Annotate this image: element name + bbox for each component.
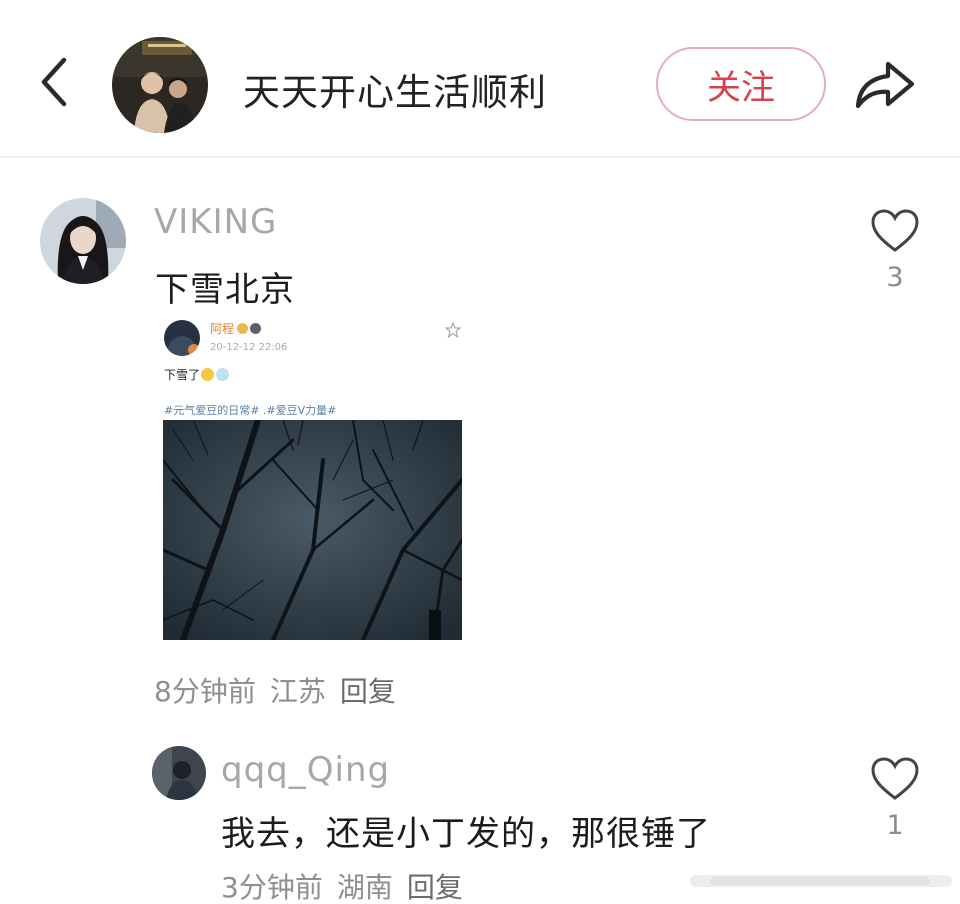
comment-time: 3分钟前 [221,871,323,904]
profile-avatar[interactable] [112,37,208,133]
embed-post-text: 下雪了 [164,366,230,383]
embed-username: 阿程 [210,320,262,337]
page-title: 天天开心生活顺利 [243,71,547,114]
commenter-avatar[interactable] [40,198,126,284]
share-icon [855,61,915,109]
like-button[interactable]: 3 [865,208,925,293]
comment-meta: 3分钟前 湖南 回复 [221,866,477,904]
comment-image[interactable]: 阿程 20-12-12 22:06 下雪了 #元气爱豆的日常# .#爱豆V力量# [155,312,475,644]
embed-avatar [164,320,200,356]
heart-icon [871,757,919,800]
watermark-bar [690,875,952,887]
comment-meta: 8分钟前 江苏 回复 [154,670,410,710]
comment-location: 湖南 [336,871,393,904]
like-count: 3 [886,262,904,293]
comment-location: 江苏 [269,675,326,708]
header-divider [0,156,960,158]
star-icon [445,322,461,338]
embed-timestamp: 20-12-12 22:06 [210,342,288,353]
commenter-avatar[interactable] [152,746,206,800]
reply-button[interactable]: 回复 [407,871,463,904]
embed-photo [161,417,464,643]
follow-button[interactable]: 关注 [656,47,826,121]
comment-text: 下雪北京 [155,270,295,310]
like-button[interactable]: 1 [865,756,925,841]
like-count: 1 [886,810,904,841]
level-badge-icon [250,323,262,334]
embed-hashtags: #元气爱豆的日常# .#爱豆V力量# [164,404,337,417]
top-bar: 天天开心生活顺利 关注 [0,0,960,156]
smile-emoji-icon [201,368,215,381]
comment-text: 我去，还是小丁发的，那很锤了 [221,814,711,854]
back-button[interactable] [30,50,80,114]
heart-icon [871,209,919,252]
vip-badge-icon [237,323,249,334]
commenter-username[interactable]: VIKING [154,202,277,242]
reply-button[interactable]: 回复 [340,675,396,708]
share-button[interactable] [850,52,920,116]
comment-time: 8分钟前 [154,675,256,708]
back-arrow-icon [41,57,67,107]
snowflake-emoji-icon [216,368,230,381]
commenter-username[interactable]: qqq_Qing [221,750,390,790]
